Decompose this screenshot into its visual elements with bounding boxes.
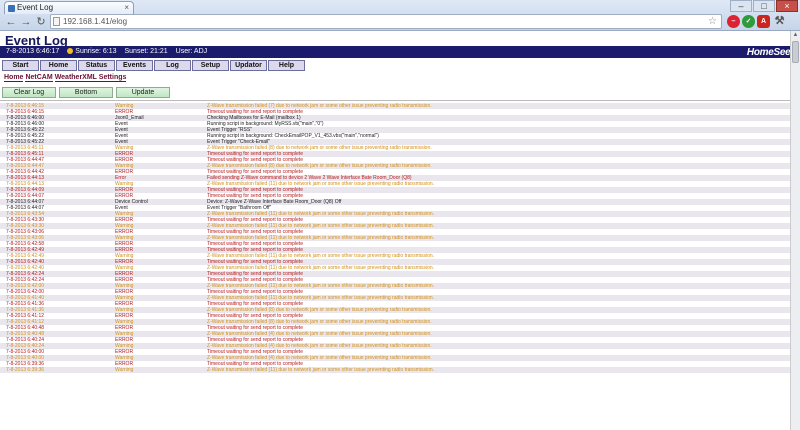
sun-icon (67, 48, 74, 54)
scroll-thumb[interactable] (792, 41, 799, 63)
sunrise-text: Sunrise: 6:13 (75, 48, 117, 55)
subtab-netcam[interactable]: NetCAM (25, 74, 53, 82)
close-window-icon[interactable]: × (776, 0, 798, 12)
log-actions: Clear Log Bottom Update (2, 87, 173, 98)
menu-events[interactable]: Events (116, 60, 153, 71)
maximize-icon[interactable]: □ (753, 0, 775, 12)
browser-tab[interactable]: Event Log × (4, 1, 134, 14)
plugin-tabs: Home NetCAM WeatherXML Settings (4, 74, 128, 82)
address-bar[interactable]: 192.168.1.41/elog ☆ (50, 14, 722, 29)
menu-help[interactable]: Help (268, 60, 305, 71)
subtab-home[interactable]: Home (4, 74, 24, 82)
back-arrow-icon[interactable]: ← (4, 15, 18, 29)
bookmark-star-icon[interactable]: ☆ (708, 15, 717, 28)
log-message: Z-Wave transmission failed (11) due to n… (207, 367, 435, 373)
user-text: User: ADJ (175, 48, 208, 55)
pdf-extension-icon[interactable]: A (757, 15, 770, 28)
sunset-text: Sunset: 21:21 (124, 48, 168, 55)
menu-status[interactable]: Status (78, 60, 115, 71)
main-menu: Start Home Status Events Log Setup Updat… (2, 60, 306, 71)
forward-arrow-icon[interactable]: → (19, 15, 33, 29)
reload-icon[interactable]: ↻ (34, 15, 48, 29)
window-controls: – □ × (729, 0, 798, 12)
tab-title: Event Log (17, 3, 54, 12)
check-extension-icon[interactable]: ✓ (742, 15, 755, 28)
stop-extension-icon[interactable]: – (727, 15, 740, 28)
clear-log-button[interactable]: Clear Log (2, 87, 56, 98)
scroll-up-icon[interactable]: ▲ (791, 31, 800, 40)
log-date: 7-8-2013 6:39:36 (6, 367, 45, 373)
menu-home[interactable]: Home (40, 60, 77, 71)
divider (0, 100, 800, 101)
current-date: 7-8-2013 6:46:17 (6, 48, 60, 55)
menu-start[interactable]: Start (2, 60, 39, 71)
favicon-icon (8, 5, 15, 12)
page-icon (53, 17, 60, 26)
browser-chrome: Event Log × – □ × ← → ↻ 192.168.1.41/elo… (0, 0, 800, 31)
address-text: 192.168.1.41/elog (63, 17, 128, 26)
wrench-menu-icon[interactable]: ⚒ (773, 15, 786, 28)
tab-close-icon[interactable]: × (124, 2, 129, 14)
log-row: 7-8-2013 6:39:36 Warning Z-Wave transmissi… (0, 367, 790, 373)
vertical-scrollbar[interactable]: ▲ (790, 31, 800, 430)
menu-updator[interactable]: Updator (230, 60, 267, 71)
menu-setup[interactable]: Setup (192, 60, 229, 71)
log-type: Warning (115, 367, 134, 373)
homeseer-logo: HomeSeer (746, 47, 794, 58)
update-button[interactable]: Update (116, 87, 170, 98)
event-log-table: 7-8-2013 6:46:15 Warning Z-Wave transmissi… (0, 103, 790, 373)
bottom-button[interactable]: Bottom (59, 87, 113, 98)
minimize-icon[interactable]: – (730, 0, 752, 12)
menu-log[interactable]: Log (154, 60, 191, 71)
info-bar: 7-8-2013 6:46:17 Sunrise: 6:13 Sunset: 2… (0, 46, 800, 58)
subtab-weatherxml[interactable]: WeatherXML Settings (54, 74, 127, 82)
page: Event Log 7-8-2013 6:46:17 Sunrise: 6:13… (0, 31, 800, 430)
